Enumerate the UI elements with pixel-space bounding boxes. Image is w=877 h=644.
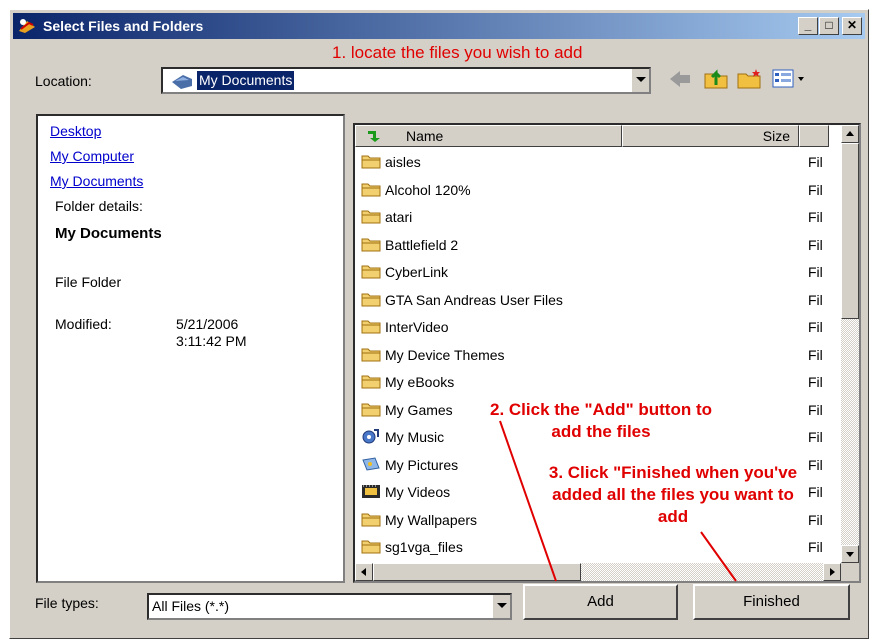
scroll-left-button[interactable] [355, 563, 373, 581]
file-name: InterVideo [385, 319, 449, 335]
folder-icon [361, 348, 381, 361]
location-label: Location: [35, 73, 92, 89]
step2-annotation: 2. Click the "Add" button to add the fil… [490, 400, 712, 441]
file-type: Fil [808, 511, 823, 528]
modified-date: 5/21/2006 [176, 316, 239, 332]
add-button[interactable]: Add [523, 584, 678, 620]
file-type: Fil [808, 429, 823, 445]
scroll-corner [841, 563, 859, 581]
vertical-scrollbar[interactable] [841, 125, 859, 563]
location-value: My Documents [197, 71, 295, 90]
file-name: aisles [385, 154, 421, 170]
file-type: Fil [808, 374, 823, 390]
file-types-value: All Files (*.*) [152, 598, 230, 614]
size-column-header[interactable]: Size [622, 125, 799, 147]
file-type: Fil [808, 209, 823, 225]
folder-icon [361, 403, 381, 416]
app-icon [19, 19, 35, 33]
name-column-header[interactable]: Name [355, 125, 622, 147]
file-type: Fil [808, 319, 823, 335]
file-type: Fil [808, 264, 823, 280]
up-folder-icon[interactable] [703, 67, 729, 89]
step1-annotation: 1. locate the files you wish to add [332, 43, 583, 62]
vertical-scroll-thumb[interactable] [841, 143, 859, 319]
file-name: sg1vga_files [385, 539, 463, 555]
back-arrow-icon[interactable] [668, 69, 692, 89]
file-name: atari [385, 209, 413, 225]
places-panel: Desktop My Computer My Documents Folder … [36, 114, 345, 583]
file-type: Fil [808, 346, 823, 363]
title-bar[interactable]: Select Files and Folders _ □ ✕ [13, 13, 865, 39]
file-name: GTA San Andreas User Files [385, 291, 563, 308]
file-type: Fil [808, 154, 823, 170]
folder-icon [361, 210, 381, 224]
name-header-label: Name [406, 128, 444, 144]
sort-arrow-icon [368, 131, 380, 142]
file-type: Fil [808, 401, 823, 418]
file-type: Fil [808, 291, 823, 308]
scroll-right-button[interactable] [823, 563, 841, 581]
file-name: My Videos [385, 484, 451, 500]
folder-icon [361, 320, 381, 334]
file-type: Fil [808, 236, 823, 253]
folder-icon [361, 265, 381, 279]
close-button[interactable]: ✕ [842, 17, 862, 35]
folder-details-label: Folder details: [55, 198, 143, 214]
dialog-window: Select Files and Folders _ □ ✕ 1. locate… [9, 9, 869, 639]
scroll-up-button[interactable] [841, 125, 859, 143]
file-type: Fil [808, 484, 823, 500]
folder-icon [361, 238, 381, 251]
folder-icon [361, 540, 381, 554]
folder-icon [361, 293, 381, 306]
file-type: Fil [808, 539, 823, 555]
music-folder-icon [362, 429, 379, 444]
folder-icon [361, 155, 381, 169]
minimize-button[interactable]: _ [798, 17, 818, 35]
horizontal-scrollbar[interactable] [355, 563, 841, 581]
scroll-down-button[interactable] [841, 545, 859, 563]
file-types-combo[interactable]: All Files (*.*) [147, 593, 512, 620]
file-types-dropdown-arrow[interactable] [492, 595, 510, 618]
file-name: My Wallpapers [385, 511, 478, 528]
file-name: My Games [385, 401, 453, 418]
desktop-link[interactable]: Desktop [50, 123, 101, 139]
file-name: My eBooks [385, 374, 455, 390]
folder-name: My Documents [55, 225, 162, 242]
folder-type: File Folder [55, 274, 122, 290]
my-documents-icon [172, 75, 192, 89]
size-header-label: Size [762, 128, 790, 144]
file-type: Fil [808, 181, 823, 198]
my-computer-link[interactable]: My Computer [50, 148, 134, 164]
horizontal-scroll-thumb[interactable] [373, 563, 581, 581]
maximize-button[interactable]: □ [819, 17, 839, 35]
modified-label: Modified: [55, 316, 112, 332]
file-types-label: File types: [35, 595, 99, 611]
window-title: Select Files and Folders [43, 18, 204, 34]
file-name: My Pictures [385, 456, 459, 473]
view-menu-icon[interactable] [772, 69, 808, 89]
location-combo[interactable]: My Documents [161, 67, 651, 94]
folder-icon [361, 513, 381, 526]
modified-time: 3:11:42 PM [176, 333, 247, 349]
file-name: Alcohol 120% [385, 181, 471, 198]
file-name: Battlefield 2 [385, 236, 459, 253]
file-name: My Music [385, 429, 445, 445]
pictures-folder-icon [362, 456, 380, 471]
folder-icon [361, 183, 381, 196]
file-type: Fil [808, 456, 823, 473]
type-column-header[interactable] [799, 125, 829, 147]
finished-button[interactable]: Finished [693, 584, 850, 620]
file-name: CyberLink [385, 264, 449, 280]
my-documents-link[interactable]: My Documents [50, 173, 143, 189]
videos-folder-icon [362, 485, 380, 498]
new-folder-icon[interactable] [736, 67, 762, 89]
folder-icon [361, 375, 381, 389]
location-dropdown-arrow[interactable] [631, 69, 649, 92]
step3-annotation: 3. Click "Finished when you've added all… [548, 463, 798, 526]
file-name: My Device Themes [385, 346, 505, 363]
